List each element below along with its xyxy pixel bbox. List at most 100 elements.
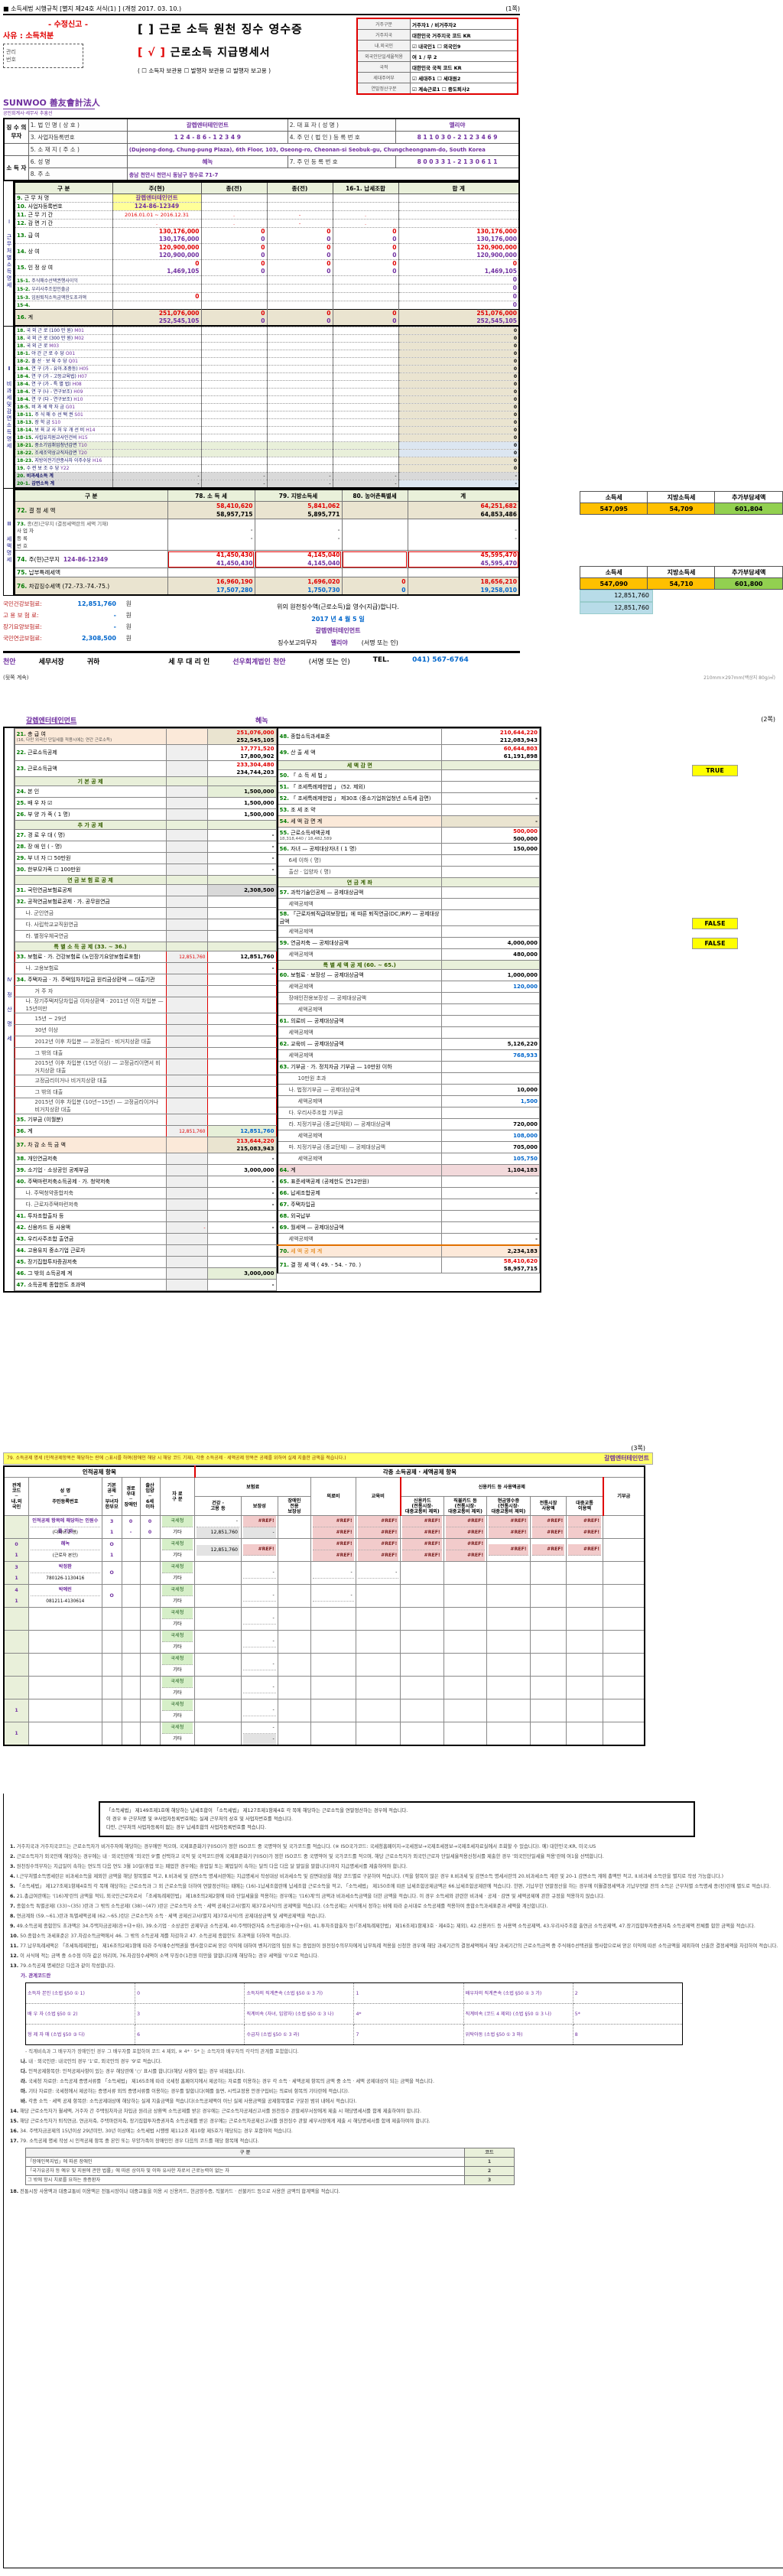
income-amount-cell: .	[200, 210, 268, 220]
deduction-row: 나. 주택청약종합저축 -	[14, 1187, 277, 1199]
resident-value[interactable]: 대한민국 거주지국 코드 KR	[410, 29, 518, 41]
final-tax-row: 72. 결 정 세 액 58,410,620 58,957,715 5,841,06…	[14, 501, 520, 519]
deduction-small-amount	[165, 896, 208, 908]
nontaxable-total: 0	[398, 380, 520, 389]
income-row: 15. 인 정 상 여 0 1,469,105 00 00 0 0 0 1,46…	[14, 259, 520, 276]
col-health: 건강 · 고용 등	[194, 1496, 242, 1516]
member-amount-cell	[443, 1722, 488, 1746]
tax-credit-row: 10만원 초과	[277, 1072, 540, 1085]
earner-group-label: 소 득 자	[3, 155, 29, 181]
insurance-label: 장기요양보험료:	[3, 623, 42, 630]
tax-credit-label: 57. 과학기술인공제 — 공제대상금액	[277, 886, 442, 899]
insurance-row: 고 용 보 험 료: - 원	[3, 610, 156, 621]
member-amount-cell	[566, 1607, 604, 1631]
nontaxable-label: 18-14. 보 육 교 사 처 우 개 선 비 H14	[14, 426, 113, 434]
income-header-cell: 종(전)	[200, 181, 268, 194]
tax-credit-row: 세액공제액 480,000	[277, 948, 540, 961]
income-amount-cell: 130,176,000 130,176,000	[398, 227, 520, 244]
deduction-value	[206, 1086, 277, 1098]
tax-credit-value	[441, 909, 540, 926]
instructions-section: 「소득세법」 제149조제1호에 해당하는 납세조합이 「소득세법」 제127조…	[3, 1794, 783, 2568]
nontaxable-row: 18-4. 연 구 (다 - 연구보조) H10 0	[14, 395, 520, 404]
member-amount-cell: -	[240, 1561, 278, 1585]
tax-credit-value: 105,750	[441, 1153, 540, 1165]
nontaxable-c2	[200, 380, 268, 389]
nontaxable-label: 20-1. 감면소득 계	[14, 480, 113, 489]
family-member-row: 국세청 기타 -	[3, 1676, 645, 1699]
checked-bracket-icon[interactable]: [ √ ]	[138, 47, 166, 59]
member-basic	[101, 1699, 122, 1722]
paper-size-note: 210mm×297mm(백상지 80g/㎡)	[703, 675, 775, 681]
member-amount-cell	[486, 1607, 531, 1631]
income-amount-cell	[112, 301, 202, 310]
income-header-cell: 구 분	[14, 181, 113, 194]
copy-type-checkboxes[interactable]: ( ☐ 소득자 보관용 ☐ 발행자 보관용 ☑ 발행자 보고용 )	[138, 67, 356, 75]
tax-credit-row: 67. 주택차입금	[277, 1199, 540, 1211]
income-amount-cell: 00	[200, 227, 268, 244]
tax-credit-value	[441, 781, 540, 793]
member-source: 국세청 기타	[159, 1653, 196, 1677]
member-relcode	[3, 1607, 30, 1631]
member-amount-cell	[603, 1630, 645, 1654]
resident-value[interactable]: 여 1 / 무 2	[410, 50, 518, 62]
tax-credit-label: 71. 결 정 세 액 ( 49. - 54. - 70. )	[277, 1257, 442, 1273]
tax-credit-label: 52. 「 조세특례제한법 」 제30조 (중소기업취업청년 소득세 감면)	[277, 792, 442, 805]
deduction-row: 21. 총 급 여 (16, 다만 외국인 단일세율 적용시에는 연간 근로소득)…	[14, 728, 277, 745]
income-row: 11. 근 무 기 간 2016.01.01 ~ 2016.12.31 . - …	[14, 210, 520, 220]
instruction-item: 5. 「소득세법」 제127조제1항제4호의 각 목에 해당하는 근로소득과 그…	[10, 1884, 772, 1889]
tax-amount-cell: 45,595,470 45,595,470	[407, 550, 520, 568]
instruction-subitem: 바. 각종 소득 · 세액 공제 항목란: 소득공제대상에 해당하는 실제 지출…	[21, 2099, 357, 2104]
nontaxable-c4	[332, 395, 399, 404]
page-number-1: (1쪽)	[505, 5, 520, 12]
deduction-value	[206, 776, 277, 786]
deduction-value	[206, 1114, 277, 1126]
income-table-header: 구 분 주(현) 종(전) 종(전) 16-1. 납세조합 합 계	[14, 181, 520, 194]
income-amount-cell	[266, 194, 333, 203]
nontaxable-row: 18. 국 외 근 로 (100 만 원) M01 0	[14, 327, 520, 335]
tax-credit-row: 70. 세 액 공 제 계 2,234,183	[277, 1244, 540, 1257]
member-amount-cell	[529, 1676, 567, 1699]
member-amount-cell: #REF!	[486, 1538, 531, 1562]
tax-credit-label: 64. 계	[277, 1164, 442, 1176]
col-name: 성 명 ─ 주민등록번호	[28, 1477, 102, 1516]
page2-earner-name: 혜녹	[255, 717, 268, 725]
deduction-value	[206, 1024, 277, 1036]
member-amount-cell	[486, 1584, 531, 1608]
deduction-value	[206, 1036, 277, 1048]
resident-value[interactable]: ☑ 세대주1 ☐ 세대원2	[410, 72, 518, 83]
tax-credit-label: 연 금 계 좌	[277, 877, 442, 887]
deduction-row: 44. 고용유지 중소기업 근로자	[14, 1244, 277, 1257]
tax-credit-value	[441, 1026, 540, 1039]
member-amount-cell	[443, 1607, 488, 1631]
income-amount-cell: 0	[398, 275, 520, 285]
resident-value[interactable]: ☑ 내국인1 ☐ 외국인9	[410, 40, 518, 51]
resident-value[interactable]: 대한민국 국적 코드 KR	[410, 61, 518, 73]
income-row: 10. 사업자등록번호 124-86-12349	[14, 202, 520, 211]
management-number-box[interactable]: 관리 번호	[3, 44, 83, 68]
nontaxable-c2	[200, 350, 268, 358]
deduction-label: 31. 국민연금보험료공제	[14, 884, 167, 896]
income-amount-cell	[200, 301, 268, 310]
resident-value[interactable]: 거주자1 / 비거주자2	[410, 18, 518, 30]
deduction-row: 그 밖의 대출	[14, 1086, 277, 1098]
member-amount-cell	[603, 1607, 645, 1631]
instruction-item: 10. 50.종합소득 과세표준은 37.차감소득금액에서 46. 그 밖의 소…	[10, 1934, 291, 1939]
nontaxable-c2	[200, 395, 268, 404]
tax-agent-role: 세 무 대 리 인	[168, 659, 210, 666]
member-name	[28, 1630, 102, 1654]
income-amount-cell: 130,176,000 130,176,000	[112, 227, 202, 244]
income-amount-cell: 00	[266, 259, 333, 276]
deduction-label: 41. 투자조합출자 등	[14, 1210, 167, 1222]
nontaxable-c3	[266, 357, 333, 366]
deduction-value: 251,076,000 252,545,105	[206, 728, 277, 745]
tax-credit-row: 세액공제액 108,000	[277, 1130, 540, 1142]
relcode-table-title: 가. 관계코드란	[21, 1973, 51, 1979]
nontaxable-c1	[112, 449, 202, 457]
tax-credit-label: 세액공제액	[277, 898, 442, 910]
deduction-small-amount	[165, 1164, 208, 1176]
insurance-row: 국민연금보험료: 2,308,500 원	[3, 633, 156, 644]
tax-credit-value	[441, 866, 540, 878]
member-source: 국세청 기타	[159, 1630, 196, 1654]
deduction-row: 다. 근로자주택마련저축 -	[14, 1199, 277, 1211]
resident-value[interactable]: ☑ 계속근로1 ☐ 중도퇴사2	[410, 83, 518, 95]
